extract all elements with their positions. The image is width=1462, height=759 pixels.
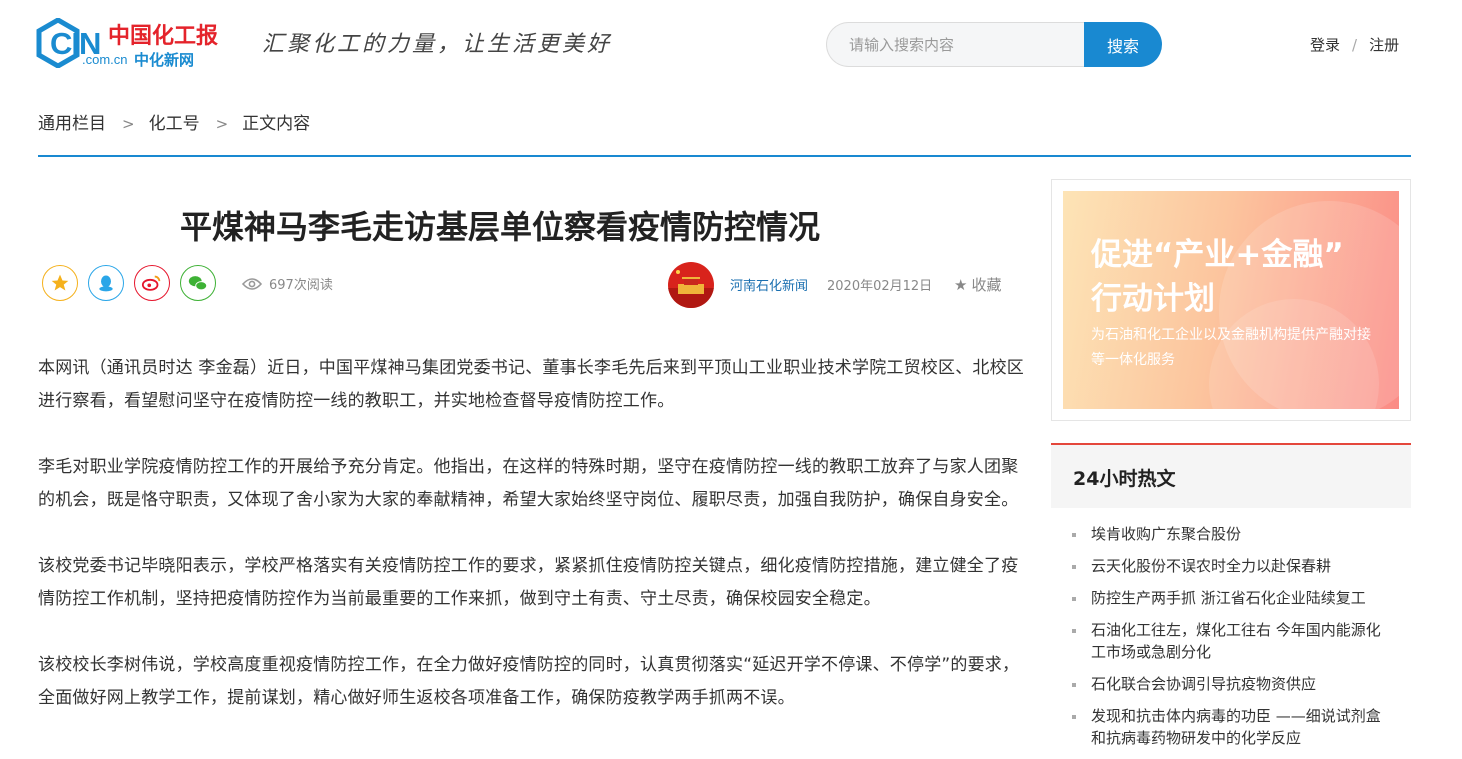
- star-icon: ★: [954, 275, 968, 294]
- hot-articles-list: 埃肯收购广东聚合股份 云天化股份不误农时全力以赴保春耕 防控生产两手抓 浙江省石…: [1051, 523, 1411, 759]
- hot-article-item[interactable]: 云天化股份不误农时全力以赴保春耕: [1051, 555, 1411, 577]
- sidebar-ad-box: 促进“产业+金融” 行动计划 为石油和化工企业以及金融机构提供产融对接等一体化服…: [1051, 179, 1411, 421]
- search-input[interactable]: [826, 22, 1096, 67]
- search-button[interactable]: 搜索: [1084, 22, 1162, 67]
- star-icon: [51, 274, 69, 291]
- share-wechat-button[interactable]: [180, 265, 216, 301]
- article-paragraph: 该校校长李树伟说，学校高度重视疫情防控工作，在全力做好疫情防控的同时，认真贯彻落…: [38, 655, 1020, 708]
- article-paragraph: 李毛对职业学院疫情防控工作的开展给予充分肯定。他指出，在这样的特殊时期，坚守在疫…: [38, 457, 1019, 510]
- weibo-icon: [141, 275, 161, 291]
- hot-article-item[interactable]: 石油化工往左，煤化工往右 今年国内能源化工市场或急剧分化: [1051, 619, 1411, 663]
- hot-article-item[interactable]: 石化联合会协调引导抗疫物资供应: [1051, 673, 1411, 695]
- hot-article-item[interactable]: 埃肯收购广东聚合股份: [1051, 523, 1411, 545]
- login-link[interactable]: 登录: [1310, 36, 1340, 54]
- author-avatar[interactable]: [668, 262, 714, 308]
- qq-icon: [99, 275, 113, 292]
- hot-article-item[interactable]: 发现和抗击体内病毒的功臣 ——细说试剂盒和抗病毒药物研发中的化学反应: [1051, 705, 1411, 749]
- wechat-icon: [188, 276, 208, 291]
- site-slogan: 汇聚化工的力量，让生活更美好: [262, 32, 613, 57]
- ad-banner[interactable]: 促进“产业+金融” 行动计划 为石油和化工企业以及金融机构提供产融对接等一体化服…: [1063, 191, 1399, 409]
- collect-button[interactable]: ★ 收藏: [954, 274, 1001, 295]
- site-header: CIN 中国化工报 .com.cn 中化新网 汇聚化工的力量，让生活更美好 搜索…: [0, 0, 1462, 90]
- breadcrumb: 通用栏目 > 化工号 > 正文内容: [38, 109, 310, 134]
- publish-date: 2020年02月12日: [827, 279, 933, 294]
- article-title: 平煤神马李毛走访基层单位察看疫情防控情况: [179, 208, 820, 246]
- hot-article-item[interactable]: 防控生产两手抓 浙江省石化企业陆续复工: [1051, 587, 1411, 609]
- breadcrumb-item-general[interactable]: 通用栏目: [38, 114, 106, 134]
- collect-label: 收藏: [971, 276, 1002, 294]
- eye-icon: [242, 277, 262, 290]
- logo-domain-text: .com.cn: [82, 52, 128, 67]
- auth-separator: /: [1352, 36, 1358, 54]
- hot-articles-title: 24小时热文: [1073, 468, 1176, 490]
- breadcrumb-item-hgh[interactable]: 化工号: [149, 114, 200, 134]
- hot-articles-panel: 24小时热文 埃肯收购广东聚合股份 云天化股份不误农时全力以赴保春耕 防控生产两…: [1051, 443, 1411, 759]
- view-count-text: 697次阅读: [269, 278, 333, 293]
- logo-cn-blue-text: 中化新网: [134, 51, 195, 69]
- share-weibo-button[interactable]: [134, 265, 170, 301]
- ad-description: 为石油和化工企业以及金融机构提供产融对接等一体化服务: [1091, 327, 1371, 368]
- author-avatar-image: [668, 262, 714, 308]
- author-name-link[interactable]: 河南石化新闻: [730, 275, 808, 294]
- breadcrumb-item-current: 正文内容: [242, 114, 311, 134]
- view-count: 697次阅读: [242, 274, 333, 293]
- share-favorite-button[interactable]: [42, 265, 78, 301]
- site-logo[interactable]: CIN 中国化工报 .com.cn 中化新网: [36, 16, 226, 72]
- share-qq-button[interactable]: [88, 265, 124, 301]
- ad-headline-2: 行动计划: [1091, 281, 1215, 317]
- ad-headline-1: 促进“产业+金融”: [1091, 237, 1344, 273]
- breadcrumb-arrow: >: [215, 115, 229, 133]
- article-paragraph: 该校党委书记毕晓阳表示，学校严格落实有关疫情防控工作的要求，紧紧抓住疫情防控关键…: [38, 556, 1019, 609]
- breadcrumb-divider: [38, 155, 1411, 157]
- logo-cn-red-text: 中国化工报: [108, 23, 219, 49]
- search-bar: 搜索: [826, 22, 1162, 67]
- register-link[interactable]: 注册: [1369, 36, 1399, 54]
- article-body: 本网讯（通讯员时达 李金磊）近日，中国平煤神马集团党委书记、董事长李毛先后来到平…: [38, 352, 1030, 748]
- auth-links: 登录 / 注册: [1310, 34, 1399, 55]
- breadcrumb-arrow: >: [122, 115, 135, 133]
- article-paragraph: 本网讯（通讯员时达 李金磊）近日，中国平煤神马集团党委书记、董事长李毛先后来到平…: [38, 358, 1025, 411]
- hot-articles-header: 24小时热文: [1051, 445, 1411, 508]
